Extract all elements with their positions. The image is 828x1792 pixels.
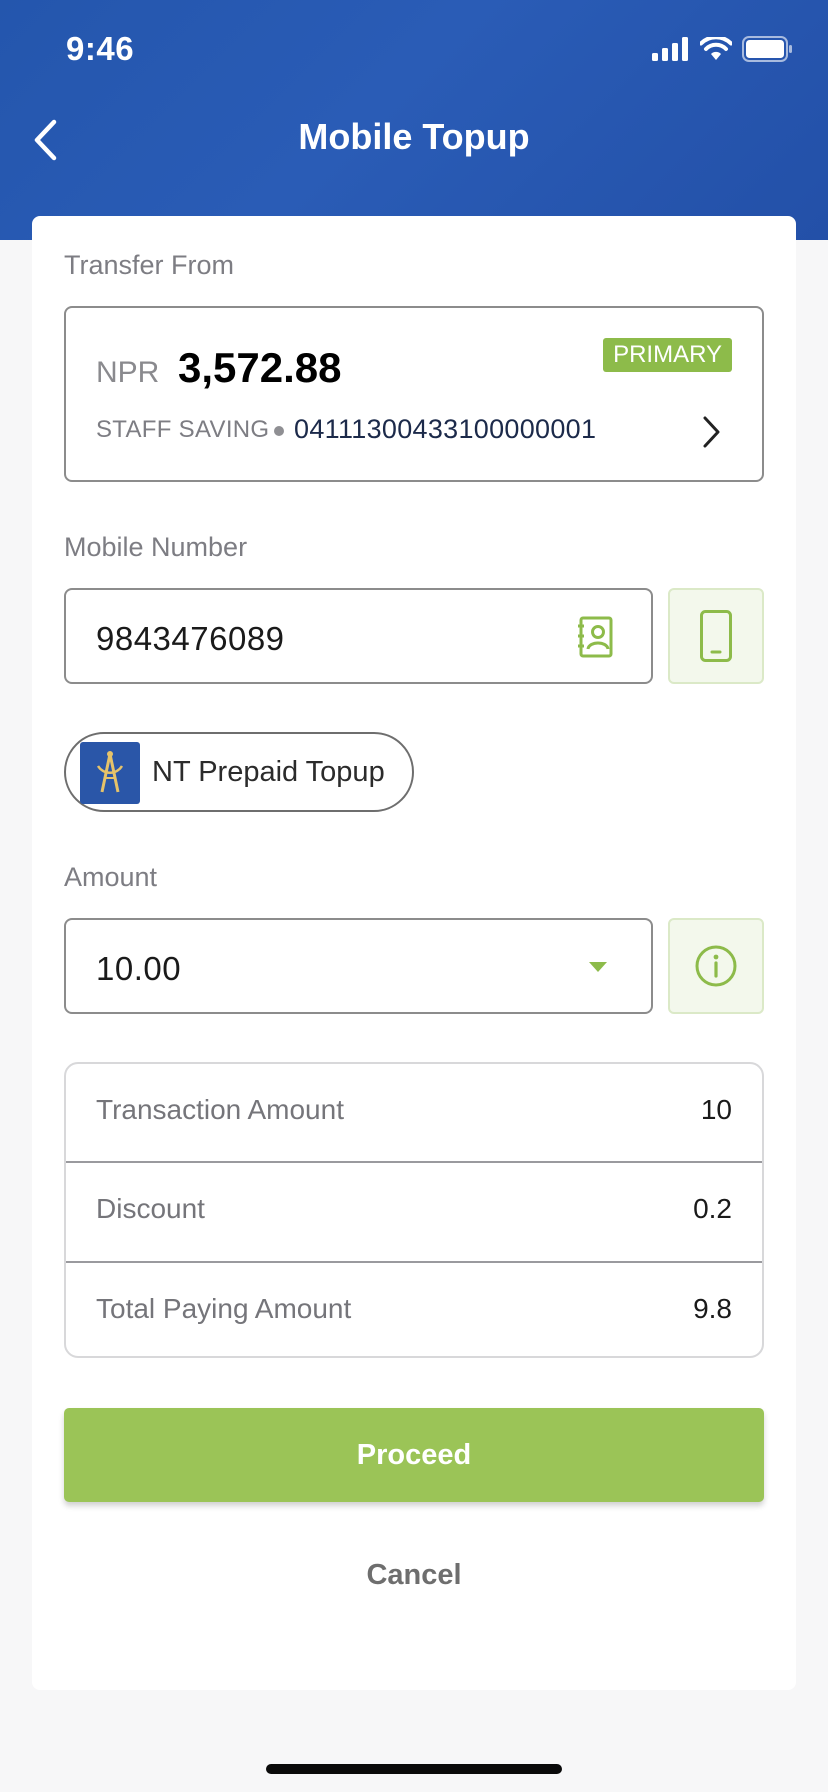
amount-label: Amount <box>64 862 158 892</box>
proceed-button[interactable]: Proceed <box>64 1408 764 1502</box>
chevron-right-icon <box>703 416 720 448</box>
operator-name: NT Prepaid Topup <box>152 756 385 788</box>
primary-badge: PRIMARY <box>603 338 732 372</box>
summary-row-discount: Discount 0.2 <box>66 1163 762 1262</box>
summary-label: Discount <box>96 1193 205 1224</box>
device-contact-button[interactable] <box>668 588 764 684</box>
operator-chip[interactable]: NT Prepaid Topup <box>64 732 414 812</box>
account-selector[interactable]: NPR 3,572.88 PRIMARY STAFF SAVING 041113… <box>64 306 764 482</box>
summary-value: 10 <box>700 1094 732 1125</box>
separator-dot <box>274 426 284 436</box>
wifi-icon <box>700 37 732 60</box>
account-balance: 3,572.88 <box>178 344 342 391</box>
account-number: 04111300433100000001 <box>294 414 597 444</box>
summary-label: Total Paying Amount <box>96 1293 352 1324</box>
payment-summary: Transaction Amount 10 Discount 0.2 Total… <box>64 1062 764 1358</box>
nepal-telecom-logo <box>80 742 140 804</box>
amount-select[interactable]: 10.00 <box>64 918 653 1014</box>
cancel-button[interactable]: Cancel <box>314 1550 514 1600</box>
status-time: 9:46 <box>66 30 135 67</box>
amount-info-button[interactable] <box>668 918 764 1014</box>
amount-value: 10.00 <box>96 950 182 987</box>
summary-row-total: Total Paying Amount 9.8 <box>66 1263 762 1356</box>
mobile-number-label: Mobile Number <box>64 532 248 562</box>
info-icon <box>695 945 737 987</box>
home-indicator <box>266 1764 562 1774</box>
summary-label: Transaction Amount <box>96 1094 344 1125</box>
summary-value: 9.8 <box>693 1293 732 1324</box>
mobile-number-value: 9843476089 <box>96 620 285 657</box>
summary-value: 0.2 <box>693 1193 732 1224</box>
mobile-phone-icon <box>700 610 732 662</box>
contact-book-icon[interactable] <box>577 616 615 658</box>
status-icons <box>652 34 794 64</box>
currency-label: NPR <box>96 356 160 389</box>
page-title: Mobile Topup <box>298 116 530 157</box>
cellular-signal-icon <box>652 37 688 61</box>
transfer-from-label: Transfer From <box>64 250 235 280</box>
summary-row-transaction-amount: Transaction Amount 10 <box>66 1064 762 1163</box>
account-type: STAFF SAVING <box>96 416 270 443</box>
battery-icon <box>742 36 792 62</box>
mobile-number-input[interactable]: 9843476089 <box>64 588 653 684</box>
header-bar: 9:46 Mobile Topup <box>0 0 828 240</box>
caret-down-icon <box>589 962 607 972</box>
